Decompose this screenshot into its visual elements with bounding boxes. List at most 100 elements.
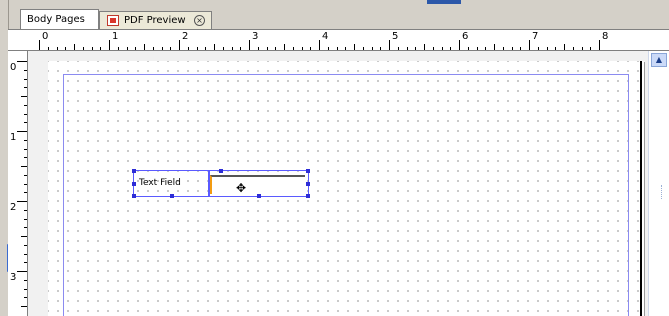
ruler-tick [144, 44, 145, 50]
ruler-number: 4 [322, 31, 329, 42]
resize-handle[interactable] [132, 169, 136, 173]
ruler-tick [24, 69, 27, 71]
ruler-tick [91, 47, 93, 50]
ruler-tick [537, 47, 539, 50]
ruler-tick [529, 40, 530, 50]
ruler-number: 0 [42, 31, 49, 42]
ruler-tick [222, 47, 224, 50]
text-field-label-widget[interactable]: Text Field [132, 169, 210, 198]
ruler-tick [249, 40, 250, 50]
resize-handle[interactable] [132, 182, 136, 186]
ruler-tick [467, 47, 469, 50]
tab-pdf-preview[interactable]: PDF Preview × [99, 11, 212, 29]
ruler-tick [17, 61, 27, 62]
text-field-input[interactable]: ✥ [210, 175, 305, 194]
ruler-number: 6 [462, 31, 469, 42]
ruler-corner[interactable] [8, 30, 28, 51]
design-canvas[interactable]: Text Field ✥ [28, 51, 648, 316]
scroll-up-arrow-icon[interactable]: ▲ [651, 53, 667, 67]
ruler-tick [511, 47, 513, 50]
ruler-tick [24, 183, 27, 185]
ruler-tick [257, 47, 259, 50]
ruler-tick [441, 47, 443, 50]
ruler-tick [24, 174, 27, 176]
resize-handle[interactable] [219, 169, 223, 173]
ruler-tick [450, 47, 452, 50]
body-page[interactable]: Text Field ✥ [48, 61, 644, 316]
ruler-number: 3 [252, 31, 259, 42]
ruler-number: 8 [602, 31, 609, 42]
ruler-tick [231, 47, 233, 50]
ruler-number: 2 [182, 31, 189, 42]
ruler-tick [24, 218, 27, 220]
ruler-tick [327, 47, 329, 50]
resize-handle[interactable] [306, 169, 310, 173]
ruler-tick [546, 47, 548, 50]
text-field-label: Text Field [139, 178, 181, 188]
ruler-number: 7 [532, 31, 539, 42]
ruler-tick [82, 47, 84, 50]
ruler-tick [21, 236, 27, 237]
resize-handle[interactable] [132, 194, 136, 198]
ruler-tick [187, 47, 189, 50]
ruler-tick [24, 262, 27, 264]
ruler-tick [47, 47, 49, 50]
resize-handle[interactable] [257, 194, 261, 198]
ruler-tick [301, 47, 303, 50]
ruler-tick [590, 47, 592, 50]
ruler-tick [17, 271, 27, 272]
ruler-tick [24, 78, 27, 80]
ruler-tick [502, 47, 504, 50]
ruler-tick [424, 44, 425, 50]
ruler-tick [24, 122, 27, 124]
scroll-thumb-grip[interactable] [661, 185, 668, 199]
ruler-tick [24, 297, 27, 299]
tab-body-pages-label: Body Pages [27, 14, 85, 25]
ruler-tick [24, 113, 27, 115]
ruler-tick [39, 40, 40, 50]
ruler-tick [205, 47, 207, 50]
ruler-tick [459, 40, 460, 50]
window-title-accent [427, 0, 461, 4]
ruler-tick [24, 209, 27, 211]
ruler-tick [65, 47, 67, 50]
text-field-input-widget[interactable]: ✥ [208, 169, 310, 198]
ruler-tick [214, 44, 215, 50]
close-tab-icon[interactable]: × [194, 15, 205, 26]
resize-handle[interactable] [306, 182, 310, 186]
move-cursor-icon: ✥ [236, 181, 247, 195]
ruler-tick [284, 44, 285, 50]
ruler-tick [476, 47, 478, 50]
ruler-tick [109, 40, 110, 50]
ruler-tick [292, 47, 294, 50]
ruler-tick [24, 279, 27, 281]
ruler-tick [494, 44, 495, 50]
top-strip [0, 0, 669, 9]
tab-body-pages[interactable]: Body Pages [20, 9, 99, 29]
ruler-tick [170, 47, 172, 50]
ruler-tick [17, 201, 27, 202]
horizontal-ruler[interactable]: 0 1 2 3 4 5 6 7 8 [27, 30, 669, 51]
ruler-number: 5 [392, 31, 399, 42]
ruler-tick [406, 47, 408, 50]
resize-handle[interactable] [170, 194, 174, 198]
ruler-tick [599, 40, 600, 50]
ruler-tick [310, 47, 312, 50]
ruler-number: 0 [10, 62, 17, 73]
ruler-tick [24, 104, 27, 106]
ruler-tick [126, 47, 128, 50]
resize-handle[interactable] [306, 194, 310, 198]
tab-pdf-preview-label: PDF Preview [124, 15, 186, 26]
page-right-edge [640, 61, 642, 316]
ruler-tick [24, 244, 27, 246]
ruler-tick [415, 47, 417, 50]
editor-tabs-bar: Body Pages PDF Preview × [8, 9, 669, 30]
vertical-ruler[interactable]: 0 1 2 3 [8, 51, 28, 316]
ruler-tick [397, 47, 399, 50]
ruler-tick [240, 47, 242, 50]
ruler-tick [21, 166, 27, 167]
ruler-tick [21, 306, 27, 307]
ruler-tick [485, 47, 487, 50]
vertical-scrollbar[interactable]: ▲ [648, 51, 669, 316]
ruler-tick [564, 44, 565, 50]
